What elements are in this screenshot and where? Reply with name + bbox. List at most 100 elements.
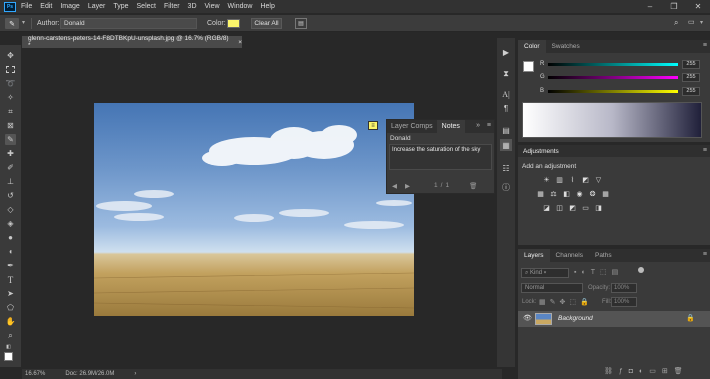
tab-swatches[interactable]: Swatches: [546, 40, 586, 53]
info-icon[interactable]: ⓘ: [500, 181, 512, 193]
adjustment-layer-icon[interactable]: ◐: [639, 368, 649, 375]
layer-row[interactable]: 👁 Background 🔒: [518, 311, 710, 327]
notes-icon[interactable]: ▦: [500, 139, 512, 151]
panel-menu-icon[interactable]: ≡: [703, 147, 707, 154]
slider-g-track[interactable]: [548, 75, 678, 79]
next-note-icon[interactable]: ▶: [405, 182, 410, 190]
levels-icon[interactable]: ▥: [555, 175, 564, 184]
note-pin-icon[interactable]: ≡: [368, 121, 378, 130]
opacity-field[interactable]: 100%: [611, 283, 637, 293]
menu-edit[interactable]: Edit: [40, 3, 52, 10]
selective-color-icon[interactable]: ◨: [594, 203, 603, 212]
tab-paths[interactable]: Paths: [589, 249, 618, 262]
layer-name[interactable]: Background: [558, 315, 593, 322]
close-button[interactable]: ✕: [686, 0, 710, 13]
curves-icon[interactable]: ⌇: [568, 175, 577, 184]
minimize-button[interactable]: –: [638, 0, 662, 13]
new-group-icon[interactable]: ▭: [649, 368, 662, 375]
threshold-icon[interactable]: ◩: [568, 203, 577, 212]
marquee-tool-icon[interactable]: [5, 64, 16, 75]
paint-bucket-tool-icon[interactable]: ◈: [5, 218, 16, 229]
slider-b-value[interactable]: 255: [682, 86, 700, 96]
delete-note-icon[interactable]: 🗑: [469, 182, 477, 190]
lock-icons[interactable]: ▦✎✥⬚🔒: [539, 298, 593, 306]
invert-icon[interactable]: ◪: [542, 203, 551, 212]
tab-layer-comps[interactable]: Layer Comps: [387, 123, 437, 130]
path-selection-tool-icon[interactable]: ➤: [5, 288, 16, 299]
brightness-contrast-icon[interactable]: ☀: [542, 175, 551, 184]
menu-type[interactable]: Type: [113, 3, 128, 10]
clear-all-button[interactable]: Clear All: [251, 18, 282, 29]
document-tab[interactable]: glenn-carstens-peters-14-F8DTBKpU-unspla…: [22, 35, 242, 49]
menu-window[interactable]: Window: [228, 3, 253, 10]
add-mask-icon[interactable]: ◘: [629, 368, 639, 375]
type-tool-icon[interactable]: T: [5, 274, 16, 285]
channel-mixer-icon[interactable]: ❂: [588, 189, 597, 198]
pen-tool-icon[interactable]: ✒: [5, 260, 16, 271]
link-layers-icon[interactable]: ⛓: [604, 368, 619, 375]
foreground-color-swatch[interactable]: [523, 61, 534, 72]
visibility-eye-icon[interactable]: 👁: [523, 314, 532, 322]
slider-b[interactable]: B 255: [540, 86, 700, 96]
panel-menu-icon[interactable]: ≡: [703, 251, 707, 258]
dodge-tool-icon[interactable]: ◖: [5, 246, 16, 257]
prev-note-icon[interactable]: ◀: [392, 182, 397, 190]
panel-menu-icon[interactable]: ≡: [487, 122, 491, 129]
exposure-icon[interactable]: ◩: [581, 175, 590, 184]
vibrance-icon[interactable]: ▽: [594, 175, 603, 184]
healing-brush-tool-icon[interactable]: ✚: [5, 148, 16, 159]
note-tool-icon[interactable]: ✎: [5, 134, 16, 145]
hue-saturation-icon[interactable]: ▦: [536, 189, 545, 198]
close-document-icon[interactable]: ×: [238, 39, 242, 46]
foreground-color-swatch[interactable]: [4, 352, 13, 361]
collapse-chevron-icon[interactable]: »: [476, 122, 480, 129]
search-icon[interactable]: ⌕: [674, 18, 684, 29]
menu-filter[interactable]: Filter: [164, 3, 180, 10]
status-menu-arrow-icon[interactable]: ›: [134, 371, 136, 377]
restore-button[interactable]: ❐: [662, 0, 686, 13]
default-colors-icon[interactable]: ◧: [5, 343, 12, 350]
zoom-tool-icon[interactable]: ⌕: [5, 330, 16, 341]
black-white-icon[interactable]: ◧: [562, 189, 571, 198]
filter-toggle-icon[interactable]: [638, 267, 644, 273]
slider-g-value[interactable]: 255: [682, 72, 700, 82]
blend-mode-select[interactable]: Normal: [521, 283, 583, 293]
layer-comps-icon[interactable]: ▤: [500, 124, 512, 136]
clone-stamp-tool-icon[interactable]: ⊥: [5, 176, 16, 187]
color-balance-icon[interactable]: ⚖: [549, 189, 558, 198]
history-brush-tool-icon[interactable]: ↺: [5, 190, 16, 201]
menu-layer[interactable]: Layer: [88, 3, 106, 10]
paragraph-icon[interactable]: ¶: [500, 102, 512, 114]
preset-chevron-down-icon[interactable]: ▾: [22, 19, 25, 26]
notes-panel-toggle-icon[interactable]: ▤: [295, 18, 307, 29]
menu-help[interactable]: Help: [260, 3, 274, 10]
panel-menu-icon[interactable]: ≡: [703, 42, 707, 49]
shape-tool-icon[interactable]: ⬠: [5, 302, 16, 313]
adjustments-title[interactable]: Adjustments: [523, 148, 559, 155]
menu-3d[interactable]: 3D: [188, 3, 197, 10]
note-text-area[interactable]: Increase the saturation of the sky: [389, 144, 492, 170]
tab-color[interactable]: Color: [518, 40, 546, 53]
workspace-icon[interactable]: ▭: [688, 18, 698, 29]
filter-icons[interactable]: ▪◐T⬚▤: [574, 268, 623, 276]
new-layer-icon[interactable]: ⊞: [662, 368, 674, 375]
hand-tool-icon[interactable]: ✋: [5, 316, 16, 327]
frame-tool-icon[interactable]: ⊠: [5, 120, 16, 131]
photo-filter-icon[interactable]: ◉: [575, 189, 584, 198]
play-action-icon[interactable]: ▶: [500, 46, 512, 58]
brush-tool-icon[interactable]: ✐: [5, 162, 16, 173]
tab-layers[interactable]: Layers: [518, 249, 550, 262]
slider-b-track[interactable]: [548, 89, 678, 93]
slider-g[interactable]: G 255: [540, 72, 700, 82]
lasso-tool-icon[interactable]: ➰: [5, 78, 16, 89]
history-icon[interactable]: ⧗: [500, 68, 512, 80]
gradient-map-icon[interactable]: ▭: [581, 203, 590, 212]
character-icon[interactable]: A|: [500, 88, 512, 100]
properties-icon[interactable]: ☷: [500, 162, 512, 174]
blur-tool-icon[interactable]: ●: [5, 232, 16, 243]
filter-kind-select[interactable]: ⌕ Kind ▾: [521, 268, 569, 278]
slider-r-value[interactable]: 255: [682, 59, 700, 69]
workspace-chevron-down-icon[interactable]: ▾: [700, 19, 703, 26]
menu-view[interactable]: View: [205, 3, 220, 10]
delete-layer-icon[interactable]: 🗑: [674, 368, 689, 375]
